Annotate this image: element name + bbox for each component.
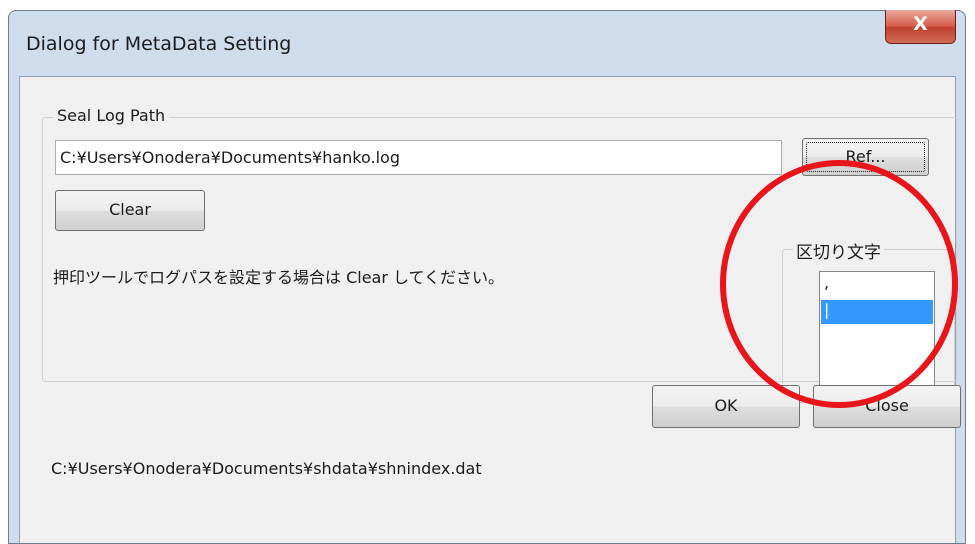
info-text: 押印ツールでログパスを設定する場合は Clear してください。	[53, 268, 505, 287]
seal-log-path-input[interactable]	[55, 140, 782, 175]
dialog-window: Dialog for MetaData Setting X Seal Log P…	[8, 10, 966, 544]
ok-button[interactable]: OK	[652, 385, 800, 428]
window-title: Dialog for MetaData Setting	[26, 33, 292, 55]
seal-log-path-label: Seal Log Path	[53, 106, 170, 125]
close-button[interactable]: Close	[813, 385, 961, 428]
title-bar[interactable]: Dialog for MetaData Setting X	[9, 10, 965, 75]
delimiter-option-pipe[interactable]: |	[821, 300, 933, 324]
status-path: C:¥Users¥Onodera¥Documents¥shdata¥shnind…	[51, 459, 482, 478]
dialog-client-area: Seal Log Path 区切り文字 , | Ref... Clear 押印ツ…	[19, 76, 961, 543]
delimiter-label: 区切り文字	[793, 238, 884, 263]
close-button-label: Close	[865, 396, 909, 415]
delimiter-listbox[interactable]: , |	[819, 271, 935, 389]
window-close-button[interactable]: X	[885, 10, 956, 44]
focus-rectangle	[806, 142, 925, 172]
delimiter-group: 区切り文字 , |	[782, 238, 955, 403]
close-icon: X	[913, 13, 928, 35]
ok-button-label: OK	[714, 396, 738, 415]
delimiter-option-comma[interactable]: ,	[821, 273, 933, 297]
ref-button[interactable]: Ref...	[802, 138, 929, 176]
clear-button[interactable]: Clear	[55, 190, 205, 231]
clear-button-label: Clear	[109, 200, 151, 219]
